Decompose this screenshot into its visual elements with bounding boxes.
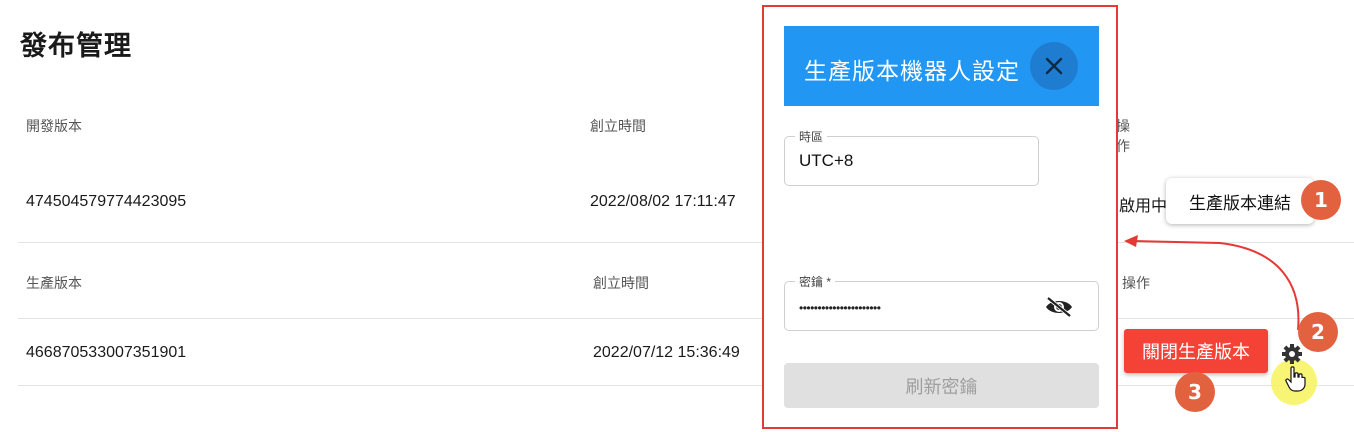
dialog-header: 生產版本機器人設定 [784, 26, 1099, 106]
row-divider [18, 385, 1354, 386]
step-badge-2: 2 [1298, 312, 1338, 352]
prod-version-header: 生產版本 [26, 275, 82, 291]
dev-version-header: 開發版本 [26, 118, 82, 134]
close-icon [1045, 57, 1063, 75]
gear-icon[interactable] [1281, 343, 1303, 365]
dev-status-value: 啟用中 [1119, 198, 1167, 215]
dialog-title: 生產版本機器人設定 [804, 58, 1020, 84]
production-bot-settings-dialog: 生產版本機器人設定 時區 UTC+8 密鑰 * ••••••••••••••••… [762, 5, 1118, 429]
refresh-key-button[interactable]: 刷新密鑰 [784, 363, 1099, 408]
eye-off-icon[interactable] [1044, 296, 1074, 318]
timezone-value: UTC+8 [799, 151, 854, 170]
dev-actions-header: 操作 [1116, 118, 1130, 154]
password-value: •••••••••••••••••••••• [799, 301, 881, 315]
timezone-label: 時區 [795, 128, 828, 145]
step-badge-1: 1 [1301, 180, 1341, 220]
close-dialog-button[interactable] [1030, 42, 1078, 90]
dev-created-header: 創立時間 [590, 118, 646, 134]
close-production-button[interactable]: 關閉生產版本 [1124, 329, 1268, 373]
timezone-field[interactable]: 時區 UTC+8 [784, 128, 1039, 186]
password-field[interactable]: 密鑰 * •••••••••••••••••••••• [784, 273, 1099, 331]
prod-created-value: 2022/07/12 15:36:49 [593, 344, 740, 361]
step-badge-3: 3 [1175, 372, 1215, 412]
prod-created-header: 創立時間 [593, 275, 649, 291]
production-link-tooltip[interactable]: 生產版本連結 [1166, 178, 1314, 224]
password-label: 密鑰 * [795, 273, 836, 290]
dev-created-value: 2022/08/02 17:11:47 [590, 193, 736, 210]
page-title: 發布管理 [20, 31, 132, 61]
prod-version-value: 466870533007351901 [26, 344, 187, 361]
annotation-arrow [1124, 235, 1300, 331]
dev-version-value: 474504579774423095 [26, 193, 187, 210]
hand-cursor-icon [1285, 366, 1306, 392]
